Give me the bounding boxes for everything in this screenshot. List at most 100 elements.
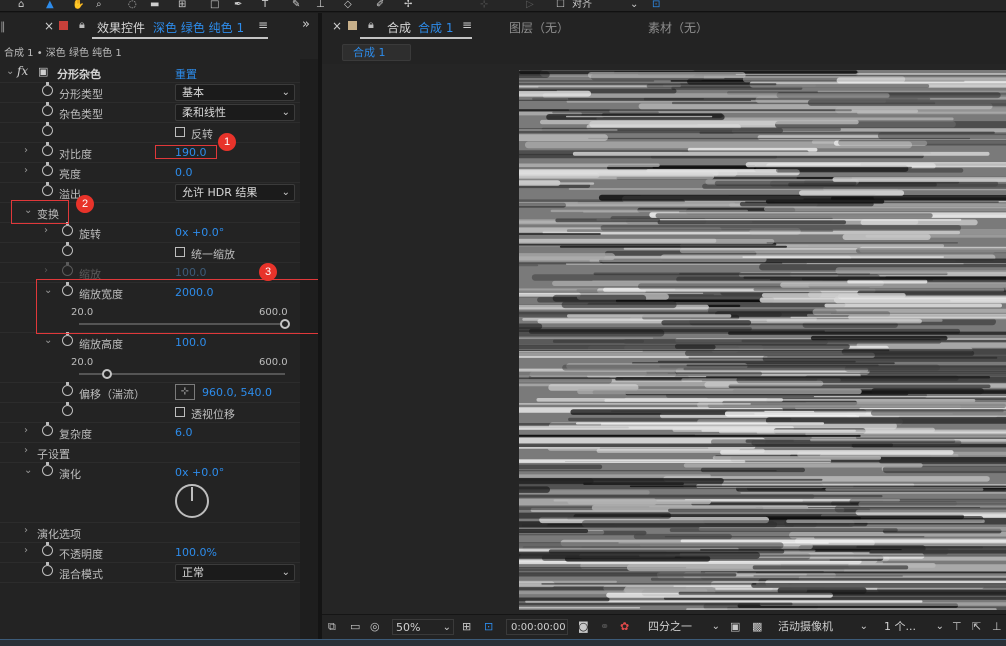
footage-tab[interactable]: 素材（无） [648,19,708,36]
crosshair-icon[interactable]: ⊹ [175,384,195,400]
fractal-type-dropdown[interactable]: 基本 ⌄ [175,84,295,101]
invert-checkbox[interactable] [175,127,185,137]
reset-link[interactable]: 重置 [175,66,197,82]
stopwatch-icon[interactable] [42,462,53,476]
noise-type-dropdown[interactable]: 柔和线性 ⌄ [175,104,295,121]
composition-tab-comp[interactable]: 合成 1 [418,19,453,36]
stopwatch-icon[interactable] [42,82,53,96]
zoom-dropdown[interactable]: 50% ⌄ [392,619,454,635]
puppet-tool-icon[interactable]: ✢ [404,0,412,10]
grid-icon[interactable]: ⊞ [462,620,471,633]
snap-options-icon[interactable]: ⌄ [630,0,638,10]
expand-chevron-icon[interactable]: › [24,445,28,456]
stopwatch-icon[interactable] [62,222,73,236]
expand-chevron-icon[interactable]: › [24,145,28,156]
brightness-value[interactable]: 0.0 [175,166,193,179]
mask-tool-icon[interactable]: □ [210,0,219,10]
axis-mode-icon[interactable]: ⊹ [480,0,488,10]
stopwatch-icon[interactable] [42,162,53,176]
offset-value[interactable]: 960.0, 540.0 [202,386,272,399]
comp-sub-tab[interactable]: 合成 1 [342,44,411,61]
stopwatch-icon[interactable] [42,422,53,436]
fx-icon[interactable]: fx [17,64,28,78]
lock-icon[interactable]: 🔒︎ [79,18,85,32]
world-axis-icon[interactable]: ▷ [526,0,534,10]
stopwatch-icon[interactable] [62,332,73,346]
overflow-chevron-icon[interactable]: » [302,17,310,32]
stopwatch-icon[interactable] [42,542,53,556]
collapse-chevron-icon[interactable]: ⌄ [6,66,14,77]
close-panel-icon[interactable]: × [332,19,342,33]
uniform-scale-checkbox[interactable] [175,247,185,257]
monitor-icon[interactable]: ▭ [350,620,360,633]
opacity-value[interactable]: 100.0% [175,546,217,559]
panel-menu-icon[interactable]: ≡ [462,18,472,32]
expand-chevron-icon[interactable]: › [24,545,28,556]
stopwatch-icon[interactable] [62,382,73,396]
stopwatch-icon[interactable] [42,122,53,136]
angle-dial[interactable] [175,484,209,518]
hand-tool-icon[interactable]: ✋ [72,0,84,10]
selection-tool-icon[interactable]: ▲ [46,0,54,10]
scale-height-value[interactable]: 100.0 [175,336,207,349]
effect-controls-tab-layer[interactable]: 深色 绿色 纯色 1 [153,19,244,36]
rotate-tool-icon[interactable]: ◌ [128,0,137,10]
stopwatch-icon[interactable] [62,242,73,256]
evolution-options-label[interactable]: 演化选项 [37,526,81,542]
color-channels-icon[interactable]: ✿ [620,620,629,633]
evolution-value[interactable]: 0x +0.0° [175,466,224,479]
perspective-label: 透视位移 [191,408,235,421]
home-icon[interactable]: ⌂ [18,0,24,10]
perspective-checkbox[interactable] [175,407,185,417]
snap-checkbox[interactable]: ☐ [556,0,565,10]
rotation-value[interactable]: 0x +0.0° [175,226,224,239]
region-of-interest-icon[interactable]: ▣ [730,620,740,633]
expand-chevron-icon[interactable]: › [24,425,28,436]
stopwatch-icon[interactable] [42,562,53,576]
resolution-dropdown[interactable]: 四分之一 ⌄ [644,619,722,635]
complexity-value[interactable]: 6.0 [175,426,193,439]
toggle-pixel-aspect-icon[interactable]: ⊤ [952,620,962,633]
zoom-tool-icon[interactable]: ⌕ [96,0,102,10]
pen-tool-icon[interactable]: ✒ [234,0,242,10]
roto-brush-tool-icon[interactable]: ✐ [376,0,384,10]
lock-icon[interactable]: 🔒︎ [368,18,374,32]
transparency-grid-icon[interactable]: ⊡ [484,620,493,633]
expand-chevron-icon[interactable]: › [44,225,48,236]
transparency-toggle-icon[interactable]: ▩ [752,620,762,633]
eraser-tool-icon[interactable]: ◇ [344,0,352,10]
overflow-dropdown[interactable]: 允许 HDR 结果 ⌄ [175,184,295,201]
timecode-field[interactable]: 0:00:00:00 [506,619,568,635]
stopwatch-icon[interactable] [62,402,73,416]
snap-mode-icon[interactable]: ⊡ [652,0,660,10]
composition-tab-title[interactable]: 合成 [387,19,411,36]
text-tool-icon[interactable]: T [262,0,268,10]
mask-visibility-icon[interactable]: ◎ [370,620,380,633]
pan-behind-tool-icon[interactable]: ⊞ [178,0,186,10]
camera-dropdown[interactable]: 活动摄像机 ⌄ [774,619,870,635]
panel-menu-icon[interactable]: ≡ [258,18,268,32]
sub-settings-label[interactable]: 子设置 [37,446,70,462]
scrollbar-track[interactable] [300,59,318,639]
snapshot-camera-icon[interactable]: ◙ [578,620,589,633]
blend-mode-dropdown[interactable]: 正常 ⌄ [175,564,295,581]
stopwatch-icon[interactable] [42,182,53,196]
views-dropdown[interactable]: 1 个... ⌄ [880,619,946,635]
camera-tool-icon[interactable]: ▬ [150,0,159,10]
timeline-icon[interactable]: ⊥ [992,620,1002,633]
show-snapshot-icon[interactable]: ⚭ [600,620,609,633]
close-panel-icon[interactable]: × [44,19,54,33]
effect-controls-tab-title[interactable]: 效果控件 [97,19,145,36]
layer-tab[interactable]: 图层（无） [509,19,569,36]
brush-tool-icon[interactable]: ✎ [292,0,300,10]
fast-preview-icon[interactable]: ⇱ [972,620,981,633]
scale-height-slider-thumb[interactable] [102,369,113,379]
collapse-chevron-icon[interactable]: ⌄ [44,335,52,346]
stopwatch-icon[interactable] [42,142,53,156]
collapse-chevron-icon[interactable]: ⌄ [24,465,32,476]
always-preview-icon[interactable]: ⧉ [328,620,336,634]
expand-chevron-icon[interactable]: › [24,165,28,176]
stopwatch-icon[interactable] [42,102,53,116]
expand-chevron-icon[interactable]: › [24,525,28,536]
clone-stamp-tool-icon[interactable]: ⊥ [316,0,325,10]
